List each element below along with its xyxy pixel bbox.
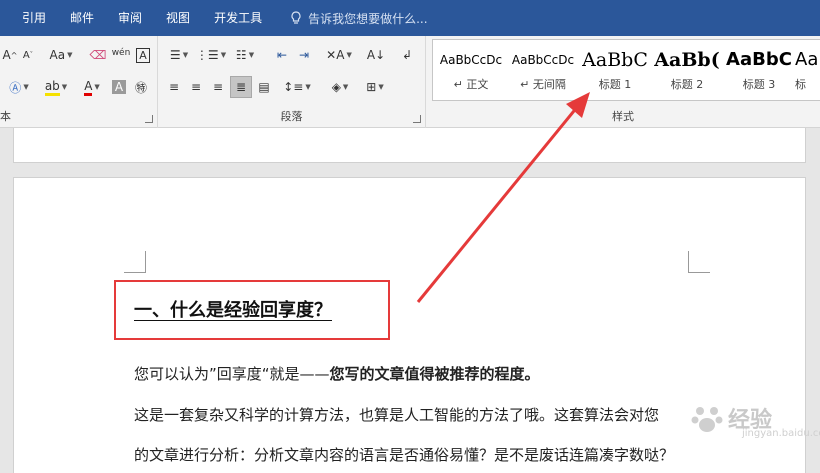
menu-bar: 引用 邮件 审阅 视图 开发工具 告诉我您想要做什么... (0, 0, 820, 36)
font-group-label: 本 (0, 110, 11, 123)
previous-page-bottom (13, 128, 806, 163)
style-no-spacing[interactable]: AaBbCcDc ↵ 无间隔 (507, 40, 579, 100)
shrink-font-button[interactable]: Aˇ (20, 44, 36, 66)
line-spacing-icon[interactable]: ↕≡ ▼ (282, 76, 312, 98)
font-group: A ^ Aˇ Aa ▼ ⌫ wén A Ⓐ ▼ ab ▼ A ▼ A ㊕ 本 (0, 36, 158, 128)
show-marks-icon[interactable]: ↲ (398, 44, 416, 66)
paw-icon (691, 407, 723, 432)
decrease-indent-icon[interactable]: ⇤ (272, 44, 292, 66)
margin-corner-top-right (688, 251, 710, 273)
tab-developer[interactable]: 开发工具 (202, 0, 274, 36)
tab-references[interactable]: 引用 (0, 0, 58, 36)
char-shading-icon[interactable]: A (110, 76, 128, 98)
document-page[interactable]: 一、什么是经验回享度？ 您可以认为”回享度“就是——您写的文章值得被推荐的程度。… (13, 177, 806, 473)
doc-paragraph-3[interactable]: 的文章进行分析：分析文章内容的语言是否通俗易懂？是不是废话连篇凑字数哒？ (134, 444, 674, 465)
sort-icon[interactable]: A↓ (366, 44, 386, 66)
clear-format-icon[interactable]: ⌫ (88, 44, 108, 66)
tab-review[interactable]: 审阅 (106, 0, 154, 36)
margin-corner-top-left (124, 251, 146, 273)
distributed-icon[interactable]: ▤ (254, 76, 274, 98)
align-center-icon[interactable]: ≡ (186, 76, 206, 98)
style-heading-1[interactable]: AaBbC 标题 1 (579, 40, 651, 100)
phonetic-guide-icon[interactable]: wén (110, 42, 132, 64)
font-color-icon[interactable]: A ▼ (78, 76, 106, 98)
change-case-button[interactable]: Aa ▼ (46, 44, 76, 66)
shading-icon[interactable]: ◈ ▼ (324, 76, 356, 98)
paragraph-group: ☰ ▼ ⋮☰ ▼ ☷ ▼ ⇤ ⇥ ✕A ▼ A↓ ↲ ≡ ≡ ≡ ≣ ▤ ↕≡ ▼ ◈ ▼ … (158, 36, 426, 128)
numbering-icon[interactable]: ⋮☰ ▼ (196, 44, 226, 66)
align-left-icon[interactable]: ≡ (164, 76, 184, 98)
justify-icon[interactable]: ≣ (230, 76, 252, 98)
tell-me-box[interactable]: 告诉我您想要做什么... (290, 10, 428, 27)
align-right-icon[interactable]: ≡ (208, 76, 228, 98)
bullets-icon[interactable]: ☰ ▼ (164, 44, 194, 66)
tab-mailings[interactable]: 邮件 (58, 0, 106, 36)
doc-paragraph-2[interactable]: 这是一套复杂又科学的计算方法，也算是人工智能的方法了哦。这套算法会对您 (134, 404, 659, 425)
tab-view[interactable]: 视图 (154, 0, 202, 36)
multilevel-list-icon[interactable]: ☷ ▼ (228, 44, 262, 66)
char-scaling-icon[interactable]: ✕A ▼ (324, 44, 354, 66)
text-effects-icon[interactable]: Ⓐ ▼ (2, 76, 36, 98)
doc-paragraph-1[interactable]: 您可以认为”回享度“就是——您写的文章值得被推荐的程度。 (134, 363, 540, 384)
grow-font-button[interactable]: A ^ (2, 44, 18, 66)
style-normal[interactable]: AaBbCcDc ↵ 正文 (435, 40, 507, 100)
annotation-box (114, 280, 390, 340)
increase-indent-icon[interactable]: ⇥ (294, 44, 314, 66)
styles-group-label: 样式 (612, 110, 634, 123)
lightbulb-icon (291, 11, 301, 24)
watermark-url: jingyan.baidu.com (742, 428, 820, 439)
borders-icon[interactable]: ⊞ ▼ (360, 76, 390, 98)
style-heading-2[interactable]: AaBb( 标题 2 (651, 40, 723, 100)
paragraph-group-label: 段落 (280, 110, 303, 123)
highlight-icon[interactable]: ab ▼ (38, 76, 74, 98)
style-heading-3[interactable]: AaBbC 标题 3 (723, 40, 795, 100)
style-title[interactable]: Aa 标 (795, 40, 820, 100)
font-launcher-icon[interactable] (145, 115, 153, 123)
paragraph-launcher-icon[interactable] (413, 115, 421, 123)
enclose-char-icon[interactable]: ㊕ (132, 76, 150, 98)
char-border-icon[interactable]: A (134, 44, 152, 66)
tell-me-text: 告诉我您想要做什么... (308, 11, 428, 26)
style-gallery: AaBbCcDc ↵ 正文 AaBbCcDc ↵ 无间隔 AaBbC 标题 1 … (432, 39, 820, 101)
